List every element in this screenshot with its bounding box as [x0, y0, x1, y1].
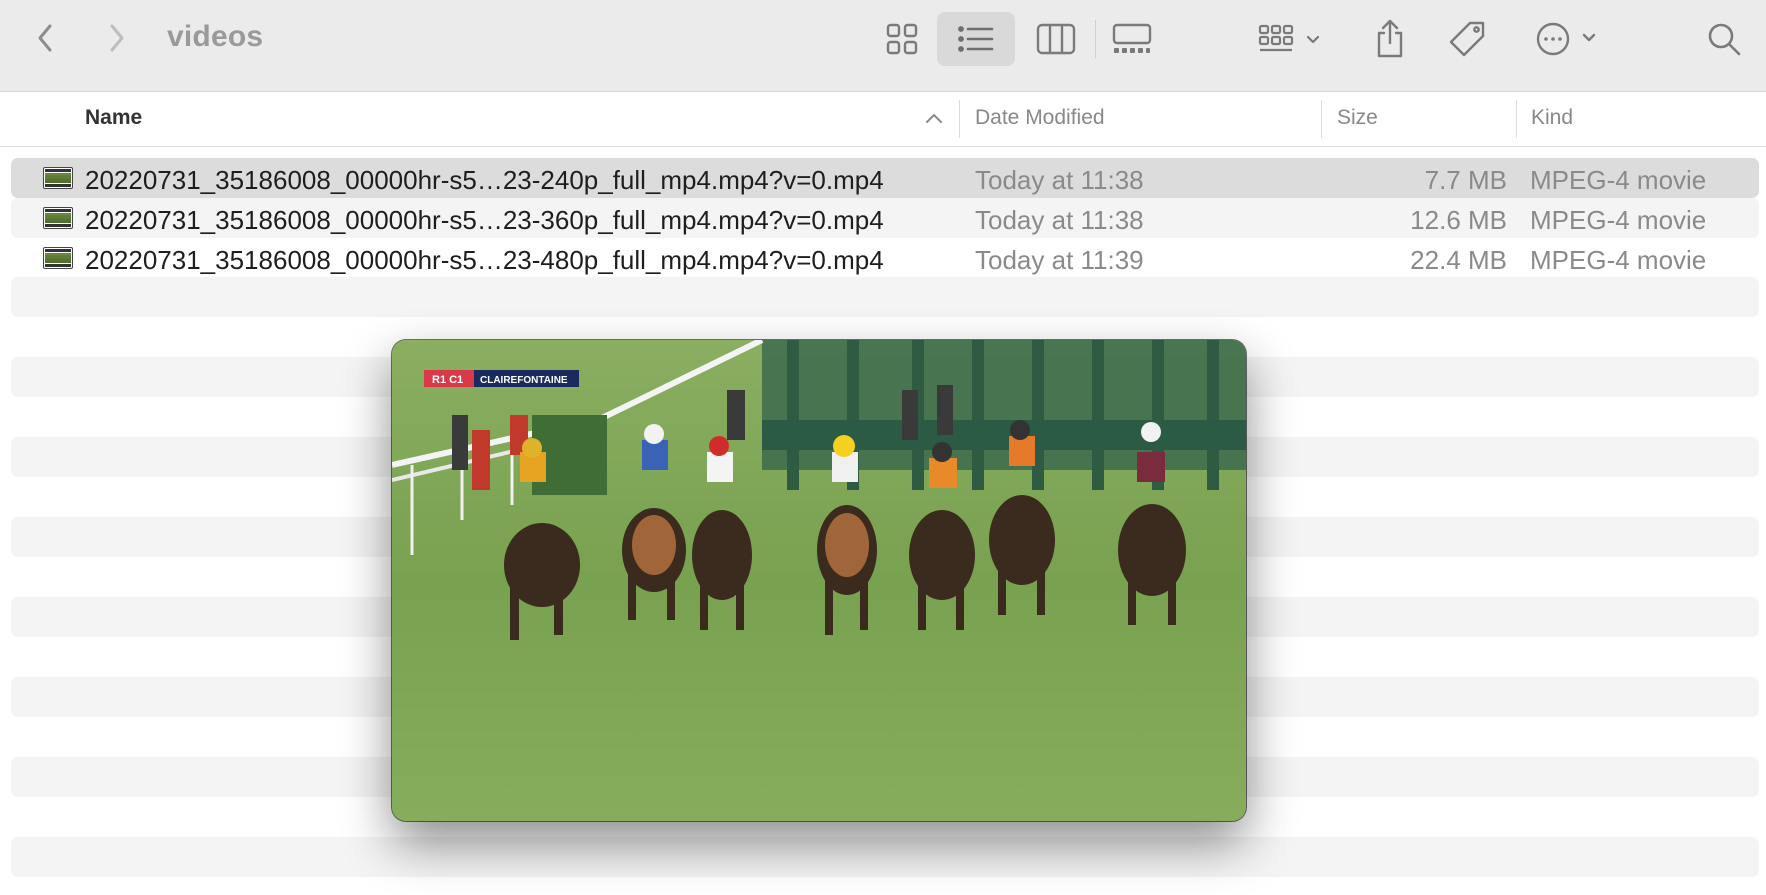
date-column-header[interactable]: Date Modified [975, 106, 1105, 130]
share-button[interactable] [1368, 12, 1412, 66]
search-icon [1708, 23, 1741, 56]
file-date: Today at 11:38 [975, 205, 1144, 235]
video-file-icon [43, 247, 73, 269]
more-actions-button[interactable] [1530, 14, 1602, 64]
icon-view-button[interactable] [878, 14, 926, 64]
video-frame: R1 C1 CLAIREFONTAINE [392, 340, 1246, 821]
file-kind: MPEG-4 movie [1530, 205, 1707, 235]
name-column-header[interactable]: Name [85, 106, 142, 130]
tag-icon [1449, 21, 1485, 57]
score-label: R1 C1 [432, 374, 463, 386]
video-file-icon [43, 207, 73, 229]
share-icon [1377, 19, 1403, 58]
window-title: videos [167, 20, 264, 53]
size-column-header[interactable]: Size [1337, 106, 1378, 130]
group-by-icon [1258, 24, 1320, 52]
file-size: 7.7 MB [1424, 165, 1507, 195]
sort-ascending-icon[interactable] [925, 112, 943, 124]
file-size: 12.6 MB [1410, 205, 1507, 235]
columns-icon [1036, 23, 1076, 55]
file-name: 20220731_35186008_00000hr-s5…23-360p_ful… [85, 205, 884, 235]
gallery-icon [1112, 23, 1152, 53]
column-divider[interactable] [959, 100, 960, 138]
column-header: Name Date Modified Size Kind [0, 92, 1766, 147]
forward-button[interactable] [102, 20, 132, 56]
file-name: 20220731_35186008_00000hr-s5…23-480p_ful… [85, 245, 884, 275]
broadcast-label: CLAIREFONTAINE [480, 375, 568, 386]
ellipsis-circle-icon [1536, 22, 1596, 56]
column-divider[interactable] [1321, 100, 1322, 138]
chevron-left-icon [38, 24, 52, 52]
file-row[interactable]: 20220731_35186008_00000hr-s5…23-480p_ful… [11, 238, 1759, 278]
toolbar-separator [1095, 20, 1096, 58]
grid-icon [886, 23, 918, 55]
list-view-button[interactable] [937, 12, 1015, 66]
tag-button[interactable] [1445, 14, 1491, 64]
column-view-button[interactable] [1032, 14, 1080, 64]
group-by-button[interactable] [1255, 14, 1327, 64]
list-icon [958, 26, 994, 52]
video-file-icon [43, 167, 73, 189]
column-divider[interactable] [1516, 100, 1517, 138]
empty-row-stripe [11, 277, 1759, 317]
file-date: Today at 11:39 [975, 245, 1144, 275]
gallery-view-button[interactable] [1108, 14, 1156, 64]
file-row[interactable]: 20220731_35186008_00000hr-s5…23-360p_ful… [11, 198, 1759, 238]
file-row[interactable]: 20220731_35186008_00000hr-s5…23-240p_ful… [11, 158, 1759, 198]
back-button[interactable] [30, 20, 60, 56]
kind-column-header[interactable]: Kind [1531, 106, 1573, 130]
file-kind: MPEG-4 movie [1530, 165, 1707, 195]
finder-toolbar: videos [0, 0, 1766, 92]
file-name: 20220731_35186008_00000hr-s5…23-240p_ful… [85, 165, 884, 195]
search-button[interactable] [1702, 16, 1746, 62]
empty-row-stripe [11, 837, 1759, 877]
file-kind: MPEG-4 movie [1530, 245, 1707, 275]
file-date: Today at 11:38 [975, 165, 1144, 195]
file-size: 22.4 MB [1410, 245, 1507, 275]
chevron-right-icon [110, 24, 124, 52]
video-preview-popup[interactable]: R1 C1 CLAIREFONTAINE [392, 340, 1246, 821]
